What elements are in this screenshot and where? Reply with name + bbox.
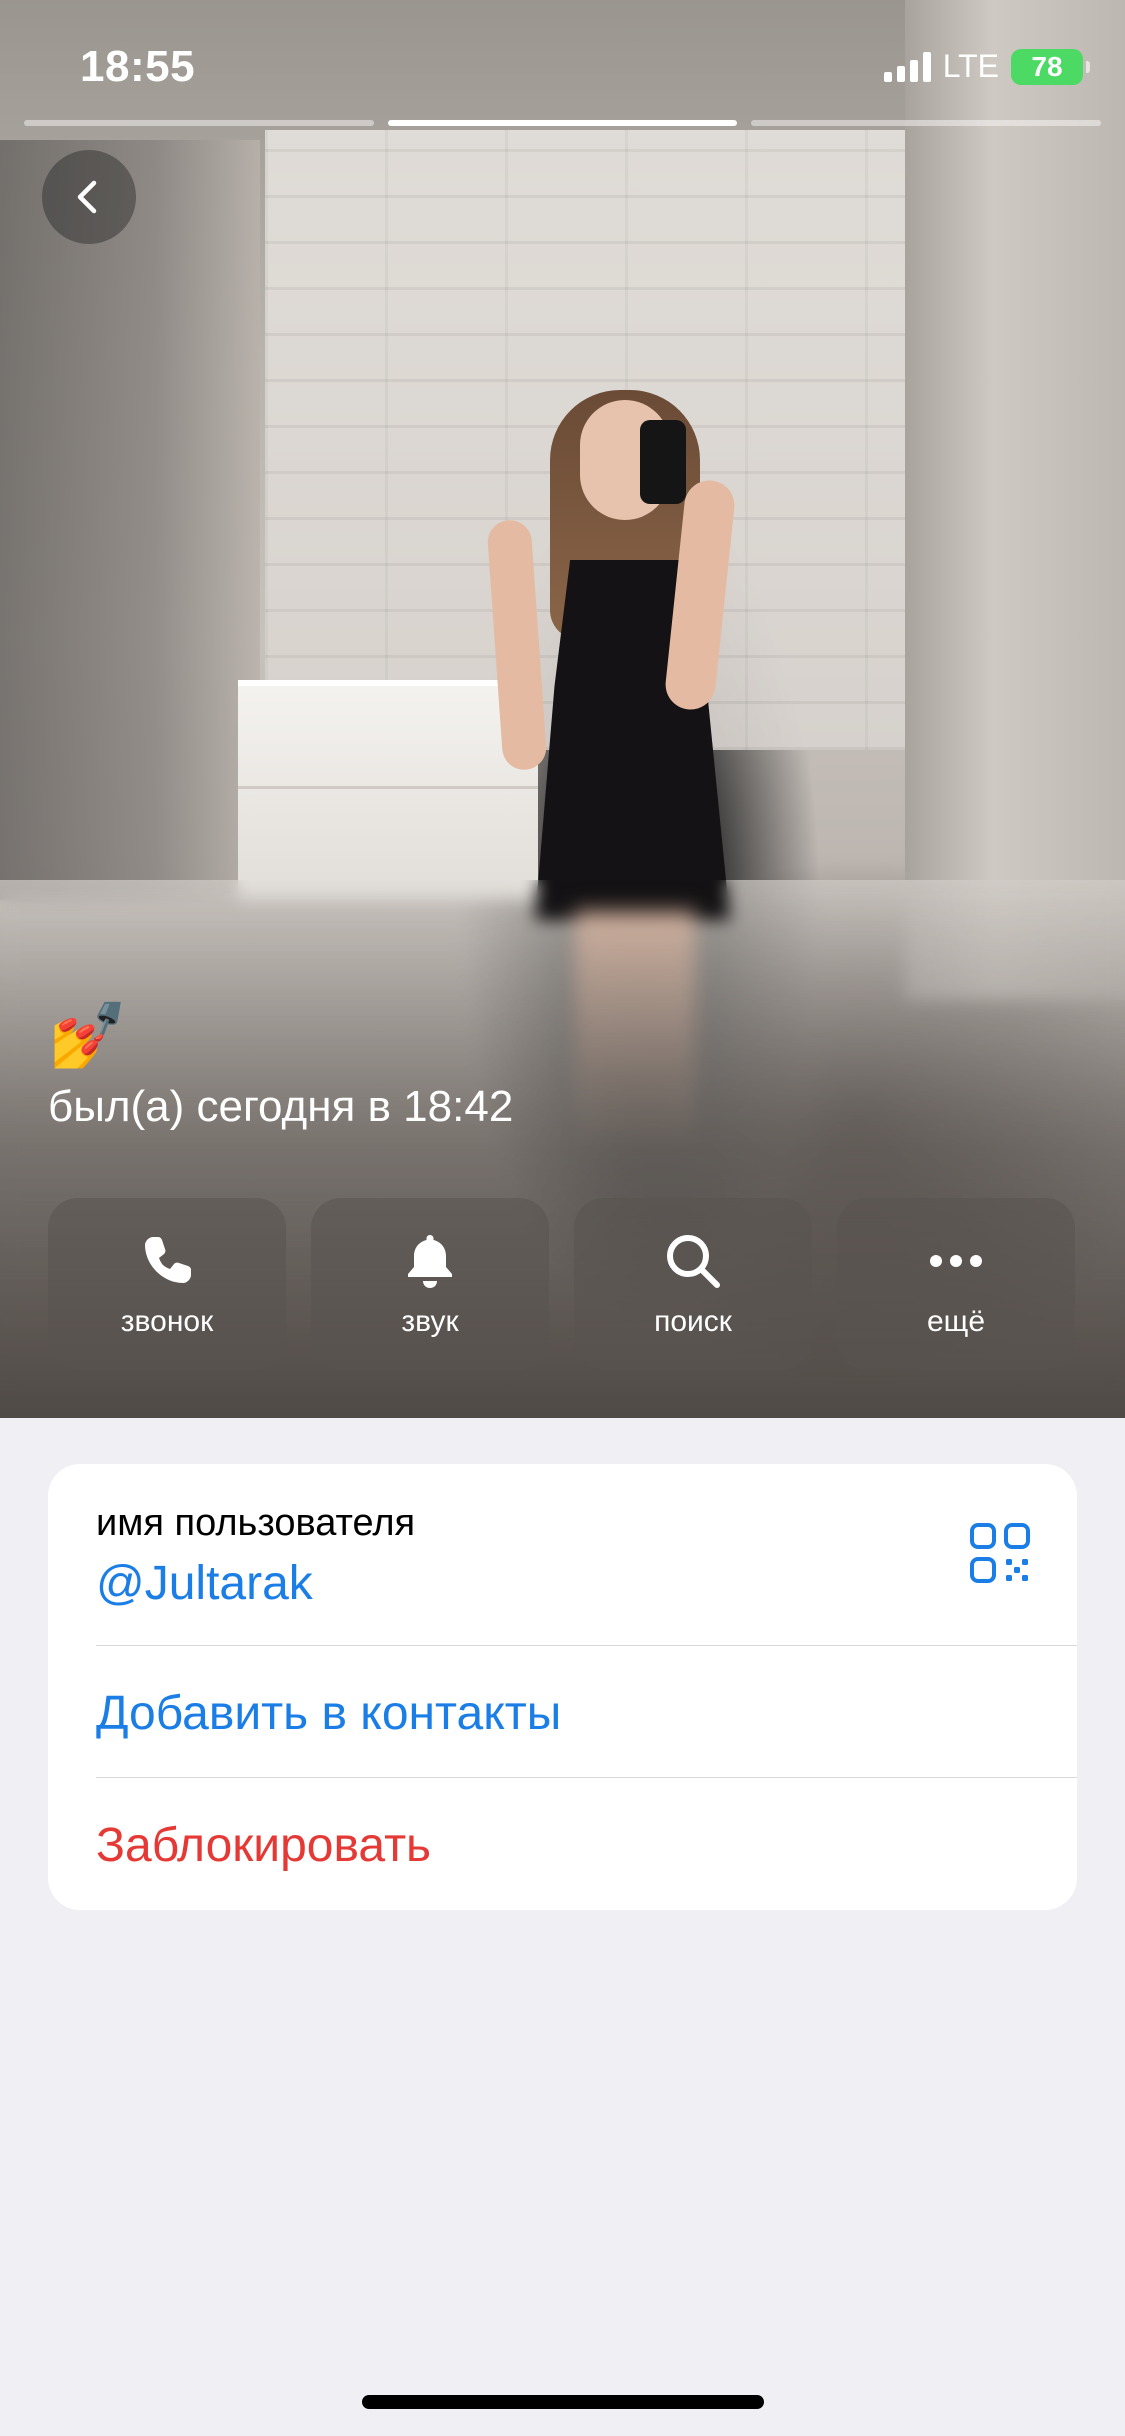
info-card: имя пользователя @Jultarak Добавить в ко… [48, 1464, 1077, 1910]
add-contact-label: Добавить в контакты [96, 1687, 562, 1740]
progress-segment-active [387, 120, 738, 126]
status-time: 18:55 [80, 42, 196, 91]
search-label: поиск [654, 1305, 732, 1338]
photo-dresser [238, 680, 538, 900]
photo-door [0, 140, 260, 900]
photo-progress [24, 120, 1102, 126]
chevron-left-icon [77, 180, 97, 214]
block-label: Заблокировать [96, 1819, 432, 1872]
action-bar: звонок звук поиск ещё [48, 1198, 1077, 1370]
search-button[interactable]: поиск [574, 1198, 812, 1370]
username-label: имя пользователя [96, 1502, 416, 1544]
more-icon [930, 1255, 982, 1267]
signal-icon [883, 51, 931, 82]
more-button[interactable]: ещё [837, 1198, 1075, 1370]
bell-icon [408, 1235, 452, 1288]
call-label: звонок [120, 1305, 214, 1338]
phone-icon [145, 1237, 191, 1283]
add-contact-button[interactable]: Добавить в контакты [96, 1646, 1077, 1778]
username-row[interactable]: имя пользователя @Jultarak [96, 1464, 1077, 1646]
search-icon [667, 1235, 720, 1288]
home-indicator[interactable] [362, 2395, 764, 2409]
username-value[interactable]: @Jultarak [96, 1556, 313, 1611]
photo-mirror-frame [905, 0, 1125, 1000]
block-button[interactable]: Заблокировать [96, 1778, 1077, 1910]
qr-code-icon[interactable] [969, 1522, 1031, 1584]
back-button[interactable] [42, 150, 136, 244]
network-type: LTE [942, 48, 999, 84]
more-label: ещё [926, 1305, 986, 1338]
status-emoji: 💅 [48, 999, 128, 1071]
status-indicators: LTE 78 [883, 48, 1090, 85]
last-seen-text: был(а) сегодня в 18:42 [48, 1082, 514, 1131]
progress-segment [751, 120, 1102, 126]
profile-screen: 18:55 LTE 78 💅 был(а) сегодня в 18:42 зв… [0, 0, 1125, 2436]
progress-segment [24, 120, 374, 126]
sound-label: звук [401, 1305, 459, 1338]
battery-icon: 78 [1011, 48, 1090, 85]
sound-button[interactable]: звук [311, 1198, 549, 1370]
call-button[interactable]: звонок [48, 1198, 286, 1370]
battery-level: 78 [1031, 50, 1063, 82]
